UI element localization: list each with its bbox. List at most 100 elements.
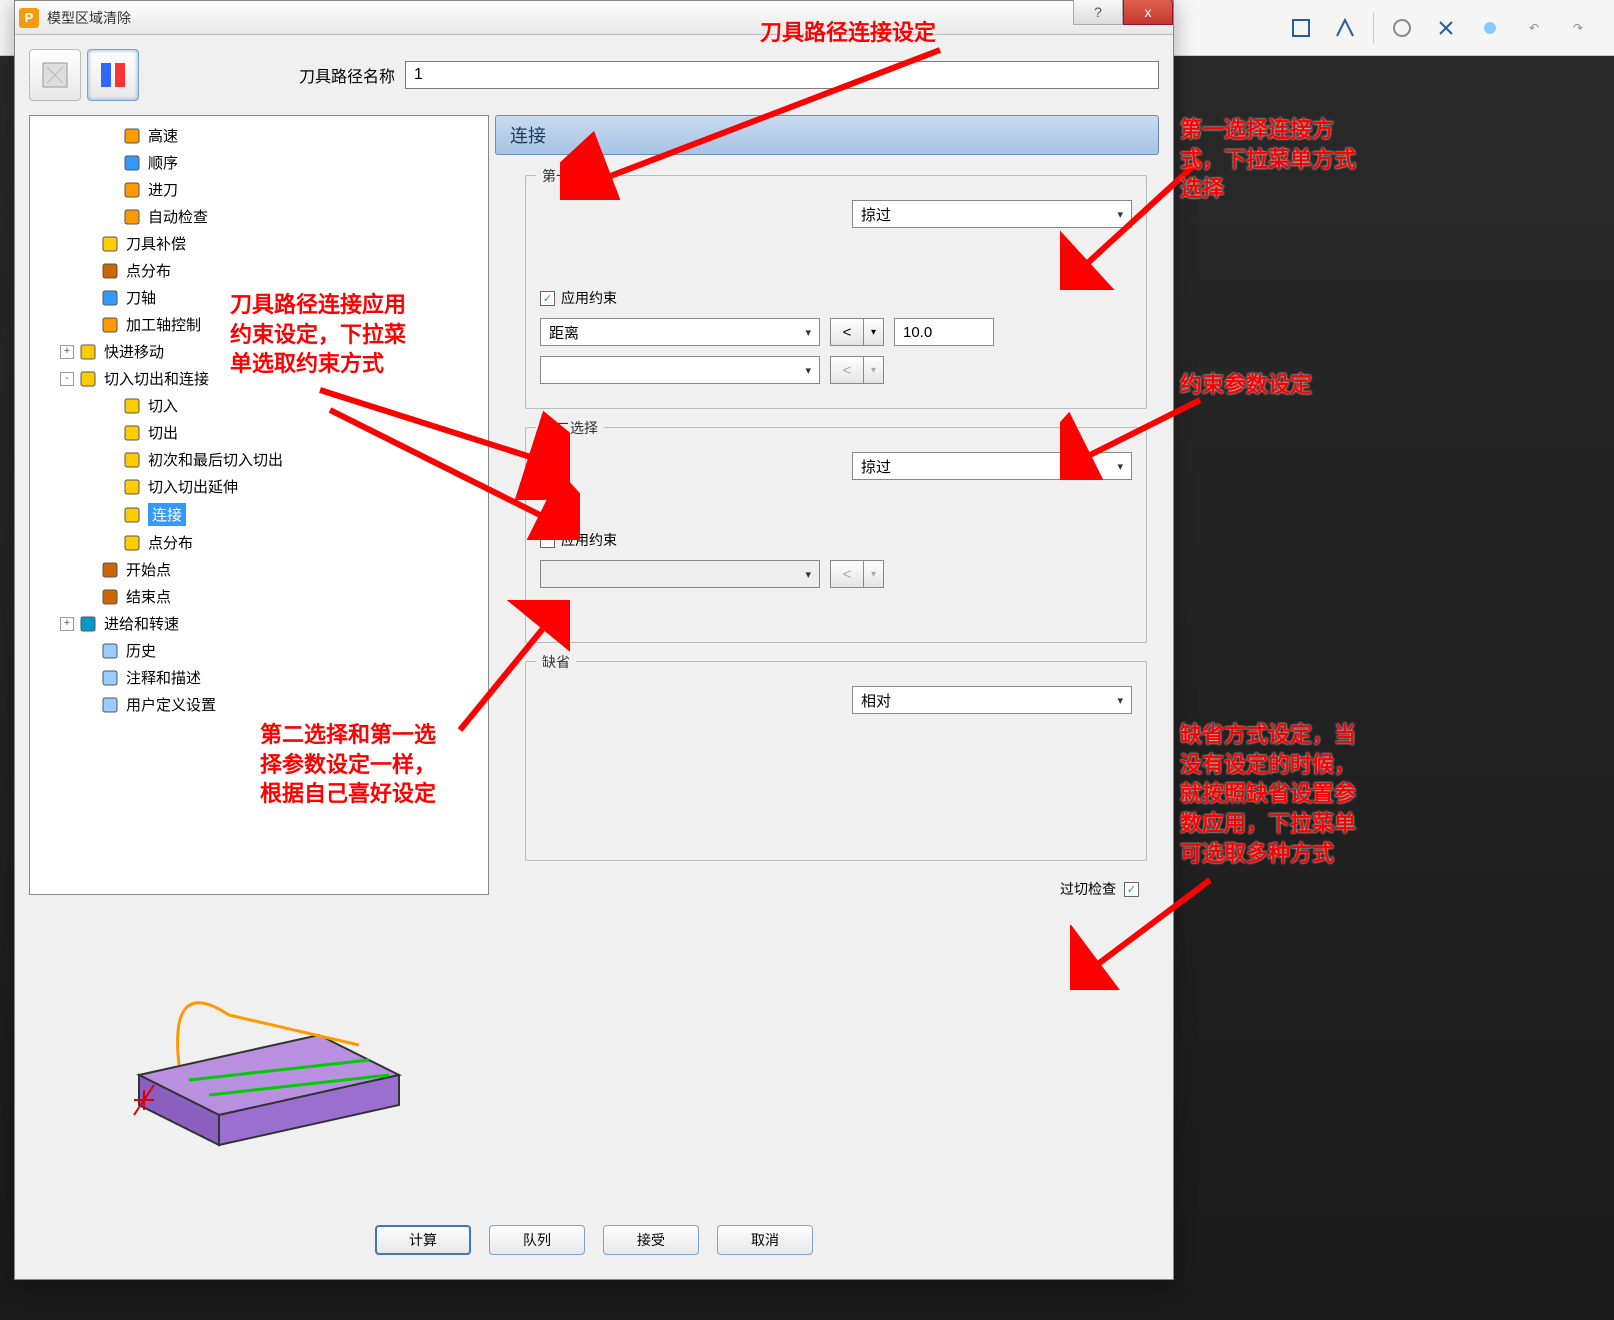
annotation-mid-right: 约束参数设定	[1180, 370, 1312, 400]
constraint-type-1-dropdown[interactable]: 距离	[540, 318, 820, 346]
header-row: 刀具路径名称	[29, 49, 1159, 101]
annotation-bottom-right: 缺省方式设定，当 没有设定的时候， 就按照缺省设置参 数应用，下拉菜单 可选取多…	[1180, 720, 1356, 868]
queue-button[interactable]: 队列	[489, 1225, 585, 1255]
footer-buttons: 计算 队列 接受 取消	[29, 1215, 1159, 1269]
tree-item-17[interactable]: 结束点	[34, 583, 484, 610]
annotation-left: 刀具路径连接应用 约束设定，下拉菜 单选取约束方式	[230, 290, 406, 379]
tree-item-15[interactable]: 点分布	[34, 529, 484, 556]
window-title: 模型区域清除	[47, 8, 131, 28]
tree-item-19[interactable]: 历史	[34, 637, 484, 664]
toolbar-icon-5[interactable]	[1474, 12, 1506, 44]
gouge-check-checkbox[interactable]: ✓	[1124, 882, 1139, 897]
tree-item-21[interactable]: 用户定义设置	[34, 691, 484, 718]
tree-expander[interactable]: +	[60, 617, 74, 631]
tree-item-2[interactable]: 进刀	[34, 176, 484, 203]
tree-item-label: 进刀	[148, 179, 178, 200]
constraint-op-2-dropdown: ▾	[864, 356, 884, 384]
tree-expander	[82, 590, 96, 604]
rapid-icon	[78, 342, 98, 362]
tree-item-11[interactable]: 切出	[34, 419, 484, 446]
tree-expander	[104, 210, 118, 224]
strategy-icon-2[interactable]	[87, 49, 139, 101]
content-header: 连接	[495, 115, 1159, 155]
pointdist2-icon	[122, 533, 142, 553]
tree-item-label: 历史	[126, 640, 156, 661]
tree-expander	[82, 318, 96, 332]
tree-item-3[interactable]: 自动检查	[34, 203, 484, 230]
constraint-op-1-dropdown[interactable]: ▾	[864, 318, 884, 346]
second-choice-dropdown[interactable]: 掠过	[852, 452, 1132, 480]
constraint-op-3-button: <	[830, 560, 864, 588]
leadin2-icon	[122, 396, 142, 416]
close-button[interactable]: x	[1123, 0, 1173, 25]
constraint-op-1-button[interactable]: <	[830, 318, 864, 346]
second-choice-group: 第二选择 掠过 应用约束 <	[525, 427, 1147, 643]
tree-expander	[82, 671, 96, 685]
calculate-button[interactable]: 计算	[375, 1225, 471, 1255]
speed-icon	[122, 126, 142, 146]
tree-expander	[104, 399, 118, 413]
apply-constraint-1-checkbox[interactable]: ✓ 应用约束	[540, 288, 617, 308]
usersettings-icon	[100, 695, 120, 715]
tree-item-label: 切出	[148, 422, 178, 443]
tree-expander	[82, 291, 96, 305]
tree-item-4[interactable]: 刀具补偿	[34, 230, 484, 257]
machctrl-icon	[100, 315, 120, 335]
tree-item-12[interactable]: 初次和最后切入切出	[34, 446, 484, 473]
toolbar-undo-icon[interactable]: ↶	[1518, 12, 1550, 44]
tree-expander	[82, 644, 96, 658]
end-icon	[100, 587, 120, 607]
content-panel: 连接 第一选择 掠过 ✓ 应用约束 距离	[495, 115, 1159, 1215]
apply-constraint-1-label: 应用约束	[561, 288, 617, 308]
apply-constraint-2-checkbox[interactable]: 应用约束	[540, 530, 617, 550]
tree-item-1[interactable]: 顺序	[34, 149, 484, 176]
tree-item-label: 刀轴	[126, 287, 156, 308]
tree-item-14[interactable]: 连接	[34, 500, 484, 529]
toolbar-icon-2[interactable]	[1329, 12, 1361, 44]
tree-item-10[interactable]: 切入	[34, 392, 484, 419]
tree-expander	[104, 426, 118, 440]
tree-expander	[104, 129, 118, 143]
constraint-value-1-input[interactable]	[894, 318, 994, 346]
tree-item-label: 点分布	[126, 260, 171, 281]
tree-item-label: 快进移动	[104, 341, 164, 362]
tree-expander[interactable]: +	[60, 345, 74, 359]
toolbar-icon-1[interactable]	[1285, 12, 1317, 44]
toolbar-redo-icon[interactable]: ↷	[1562, 12, 1594, 44]
notes-icon	[100, 668, 120, 688]
tree-item-label: 切入	[148, 395, 178, 416]
tree-expander[interactable]: -	[60, 372, 74, 386]
tree-item-label: 切入切出和连接	[104, 368, 209, 389]
tree-item-label: 高速	[148, 125, 178, 146]
accept-button[interactable]: 接受	[603, 1225, 699, 1255]
tree-item-0[interactable]: 高速	[34, 122, 484, 149]
toolbar-icon-3[interactable]	[1386, 12, 1418, 44]
toolcomp-icon	[100, 234, 120, 254]
default-dropdown[interactable]: 相对	[852, 686, 1132, 714]
tree-expander	[82, 237, 96, 251]
leadext-icon	[122, 477, 142, 497]
tree-item-label: 刀具补偿	[126, 233, 186, 254]
tree-item-16[interactable]: 开始点	[34, 556, 484, 583]
app-icon: P	[19, 8, 39, 28]
toolbar-icon-4[interactable]	[1430, 12, 1462, 44]
leadout-icon	[122, 423, 142, 443]
tree-item-18[interactable]: +进给和转速	[34, 610, 484, 637]
tree-item-20[interactable]: 注释和描述	[34, 664, 484, 691]
constraint-op-2-button: <	[830, 356, 864, 384]
toolbar-separator	[1373, 12, 1374, 44]
constraint-type-3-dropdown	[540, 560, 820, 588]
autocheck-icon	[122, 207, 142, 227]
tree-item-5[interactable]: 点分布	[34, 257, 484, 284]
cancel-button[interactable]: 取消	[717, 1225, 813, 1255]
tree-expander	[82, 698, 96, 712]
toolpath-name-input[interactable]	[405, 61, 1159, 89]
help-button[interactable]: ?	[1073, 0, 1123, 25]
strategy-icon-1[interactable]	[29, 49, 81, 101]
first-choice-dropdown[interactable]: 掠过	[852, 200, 1132, 228]
constraint-op-3-dropdown: ▾	[864, 560, 884, 588]
tree-item-label: 自动检查	[148, 206, 208, 227]
constraint-type-2-dropdown[interactable]	[540, 356, 820, 384]
tree-item-13[interactable]: 切入切出延伸	[34, 473, 484, 500]
first-choice-label: 第一选择	[536, 166, 604, 186]
